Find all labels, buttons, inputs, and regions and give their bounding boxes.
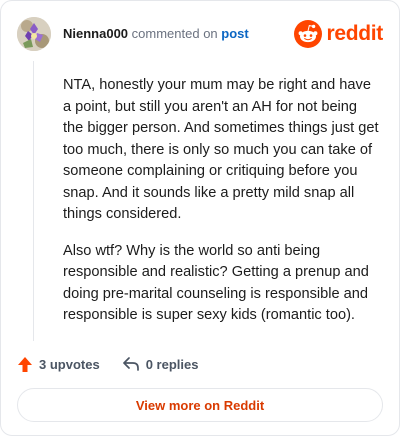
upvote-count: 3 upvotes (39, 356, 100, 372)
replies-button[interactable]: 0 replies (122, 356, 199, 372)
avatar[interactable] (17, 17, 51, 51)
reddit-wordmark: reddit (326, 22, 383, 45)
thread-line (33, 61, 34, 341)
reply-count: 0 replies (145, 356, 199, 372)
comment-actions: 3 upvotes 0 replies (17, 354, 198, 374)
upvote-arrow-icon (18, 356, 32, 372)
post-link[interactable]: post (221, 26, 248, 41)
comment-header: Nienna000 commented on post reddit (17, 17, 383, 51)
comment-paragraph: NTA, honestly your mum may be right and … (63, 77, 379, 222)
reddit-brand[interactable]: reddit (294, 20, 383, 48)
upvote-button[interactable]: 3 upvotes (17, 356, 100, 373)
byline-verb: commented on (131, 26, 218, 41)
reddit-logo-icon (294, 20, 323, 48)
comment-embed-card: Nienna000 commented on post reddit NTA, … (0, 0, 400, 436)
comment-body: NTA, honestly your mum may be right and … (63, 75, 381, 342)
comment-byline: Nienna000 commented on post (63, 26, 249, 42)
reply-icon (122, 357, 139, 371)
view-more-on-reddit-button[interactable]: View more on Reddit (17, 388, 383, 422)
comment-paragraph: Also wtf? Why is the world so anti being… (63, 242, 369, 324)
username-link[interactable]: Nienna000 (63, 26, 128, 41)
